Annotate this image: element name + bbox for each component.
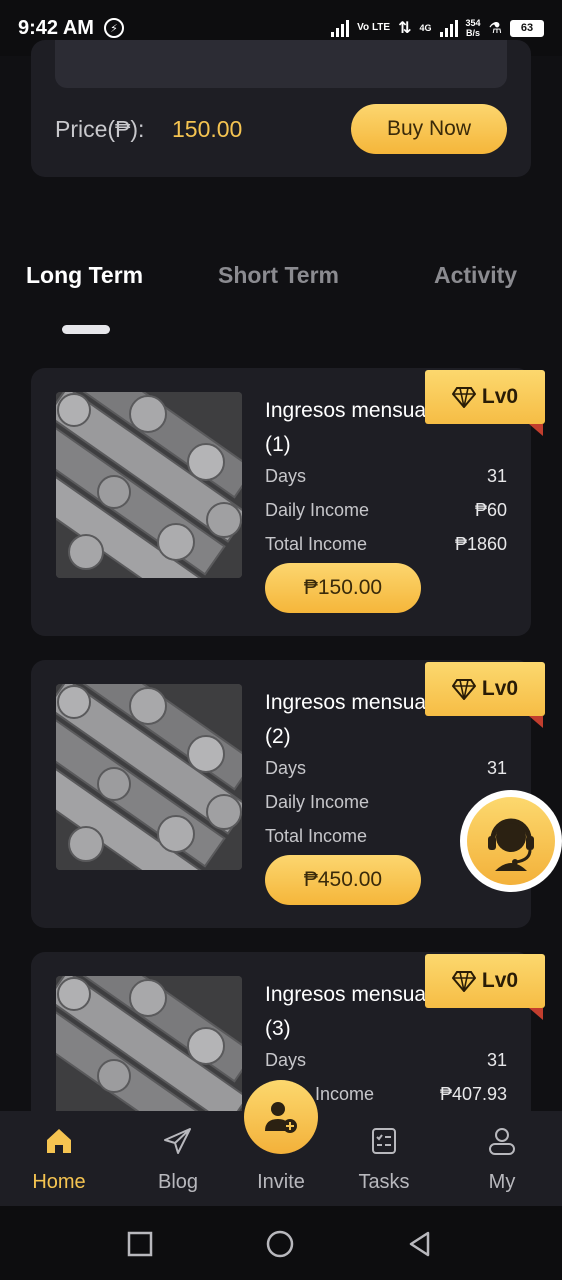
level-label: Lv0 xyxy=(481,969,519,992)
speed-unit: B/s xyxy=(466,28,481,38)
price-button[interactable]: ₱450.00 xyxy=(265,855,421,905)
days-row: Days 31 xyxy=(265,1050,507,1076)
messenger-icon: ⚡ xyxy=(103,18,124,38)
back-icon[interactable] xyxy=(406,1230,434,1258)
nav-my-label: My xyxy=(488,1171,516,1193)
paper-plane-icon xyxy=(164,1128,191,1154)
nav-blog[interactable]: Blog xyxy=(128,1111,228,1206)
product-name: Ingresos mensuales xyxy=(265,399,435,422)
add-user-icon xyxy=(265,1102,297,1133)
signal-icon-2 xyxy=(439,19,458,37)
level-label: Lv0 xyxy=(481,677,519,700)
top-card-stats-box xyxy=(55,40,507,88)
signal-icon xyxy=(331,19,350,37)
tab-short-term[interactable]: Short Term xyxy=(218,262,339,289)
level-badge: Lv0 xyxy=(425,662,545,716)
days-value: 31 xyxy=(486,758,507,778)
speed-value: 354 xyxy=(465,18,481,28)
product-image xyxy=(56,684,242,870)
price-value: 150.00 xyxy=(172,116,243,142)
product-index: (3) xyxy=(265,1017,291,1040)
nav-invite-label: Invite xyxy=(257,1171,305,1193)
battery-level: 63 xyxy=(520,22,534,34)
home-icon xyxy=(47,1129,71,1153)
days-row: Days 31 xyxy=(265,466,507,492)
tab-activity[interactable]: Activity xyxy=(434,262,517,289)
days-label: Days xyxy=(265,758,307,778)
product-index: (1) xyxy=(265,433,291,456)
daily-income-value: ₱407.93 xyxy=(439,1084,507,1104)
net-gen-label: 4G xyxy=(419,23,432,33)
headset-agent-icon xyxy=(488,818,534,871)
home-circle-icon[interactable] xyxy=(266,1230,294,1258)
diamond-icon xyxy=(451,679,476,700)
daily-income-label: Daily Income xyxy=(265,500,370,520)
daily-income-row: Daily Income ₱60 xyxy=(265,500,507,526)
badge-ribbon-fold xyxy=(529,424,543,436)
product-index: (2) xyxy=(265,725,291,748)
nav-home-label: Home xyxy=(32,1171,86,1193)
flask-icon: ⚗ xyxy=(488,20,502,37)
tasks-icon xyxy=(372,1128,396,1154)
customer-support-button[interactable] xyxy=(460,790,562,892)
total-income-value: ₱1860 xyxy=(454,534,507,554)
level-label: Lv0 xyxy=(481,385,519,408)
total-income-label: Total Income xyxy=(265,826,368,846)
total-income-label: Total Income xyxy=(265,534,368,554)
product-image xyxy=(56,392,242,578)
daily-income-label: Daily Income xyxy=(265,792,370,812)
top-product-card: Price(₱): 150.00 Buy Now xyxy=(31,40,531,177)
tab-indicator xyxy=(62,325,110,334)
days-value: 31 xyxy=(486,1050,507,1070)
status-icons: Vo LTE ⇅ 4G 354 B/s ⚗ 63 xyxy=(331,18,544,38)
price-label: Price(₱): xyxy=(55,116,145,142)
nav-my[interactable]: My xyxy=(452,1111,552,1206)
badge-ribbon-fold xyxy=(529,716,543,728)
daily-income-value: ₱60 xyxy=(474,500,507,520)
recent-apps-icon[interactable] xyxy=(126,1230,154,1258)
status-time: 9:42 AM xyxy=(18,16,94,39)
tab-long-term[interactable]: Long Term xyxy=(26,262,143,289)
nav-home[interactable]: Home xyxy=(9,1111,109,1206)
battery-icon: 63 xyxy=(510,19,544,37)
volte-label: Vo LTE xyxy=(357,22,391,33)
daily-income-label: Income xyxy=(315,1084,375,1104)
diamond-icon xyxy=(451,971,476,992)
days-label: Days xyxy=(265,1050,307,1070)
days-label: Days xyxy=(265,466,307,486)
days-row: Days 31 xyxy=(265,758,507,784)
user-icon xyxy=(489,1128,515,1155)
tab-bar: Long Term Short Term Activity xyxy=(0,262,562,302)
nav-tasks-label: Tasks xyxy=(358,1171,410,1193)
data-arrows-icon: ⇅ xyxy=(398,20,412,37)
system-nav-bar xyxy=(0,1206,562,1280)
buy-now-button[interactable]: Buy Now xyxy=(351,104,507,154)
total-income-row: Total Income ₱1860 xyxy=(265,534,507,560)
product-name: Ingresos mensuales xyxy=(265,691,435,714)
product-card[interactable]: Ingresos mensuales (1) Days 31 Daily Inc… xyxy=(31,368,545,636)
nav-blog-label: Blog xyxy=(157,1171,199,1193)
product-card[interactable]: Ingresos mensuales (2) Days 31 Daily Inc… xyxy=(31,660,545,928)
level-badge: Lv0 xyxy=(425,954,545,1008)
nav-tasks[interactable]: Tasks xyxy=(334,1111,434,1206)
invite-button[interactable] xyxy=(244,1080,318,1154)
app-screen: 9:42 AM ⚡ Vo LTE ⇅ 4G 354 B/s ⚗ 63 Price… xyxy=(0,0,562,1280)
diamond-icon xyxy=(451,387,476,408)
network-speed: 354 B/s xyxy=(466,18,481,38)
level-badge: Lv0 xyxy=(425,370,545,424)
badge-ribbon-fold xyxy=(529,1008,543,1020)
product-name: Ingresos mensuales xyxy=(265,983,435,1006)
price-button[interactable]: ₱150.00 xyxy=(265,563,421,613)
days-value: 31 xyxy=(486,466,507,486)
